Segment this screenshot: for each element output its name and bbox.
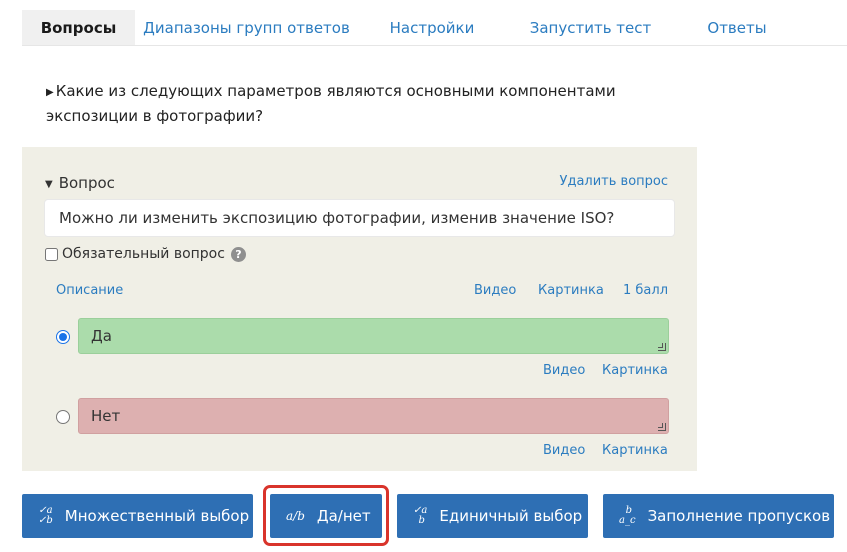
points-link[interactable]: 1 балл	[623, 283, 668, 298]
multiple-choice-button[interactable]: ✓a ✓b Множественный выбор	[22, 494, 253, 538]
answer-yes-radio[interactable]	[56, 330, 70, 344]
multiple-choice-icon: ✓a ✓b	[38, 505, 53, 526]
question-header[interactable]: ▼ Вопрос	[45, 174, 115, 192]
delete-question-link[interactable]: Удалить вопрос	[560, 174, 668, 189]
required-question-row[interactable]: Обязательный вопрос ?	[45, 246, 246, 262]
answer-yes-video-link[interactable]: Видео	[543, 363, 585, 378]
fill-blanks-label: Заполнение пропусков	[647, 507, 831, 525]
single-choice-button[interactable]: ✓a b Единичный выбор	[397, 494, 588, 538]
caret-down-icon[interactable]: ▼	[45, 179, 53, 190]
answer-yes-text: Да	[91, 327, 112, 345]
required-checkbox[interactable]	[45, 247, 58, 261]
single-choice-icon: ✓a b	[413, 505, 428, 526]
answer-yes-image-link[interactable]: Картинка	[602, 363, 668, 378]
tab-answer-group-ranges[interactable]: Диапазоны групп ответов	[135, 10, 358, 45]
tab-run-test[interactable]: Запустить тест	[506, 10, 675, 45]
image-link[interactable]: Картинка	[538, 283, 604, 298]
tab-answers[interactable]: Ответы	[675, 10, 799, 45]
answer-yes-input[interactable]: Да	[78, 318, 669, 354]
highlight-frame	[263, 485, 389, 546]
question-panel: ▼ Вопрос Удалить вопрос Можно ли изменить…	[22, 147, 697, 471]
fill-blanks-button[interactable]: b a_c Заполнение пропусков	[603, 494, 834, 538]
tab-questions[interactable]: Вопросы	[22, 10, 135, 45]
answer-no-radio[interactable]	[56, 410, 70, 424]
help-icon[interactable]: ?	[230, 246, 246, 262]
description-link[interactable]: Описание	[56, 283, 123, 298]
multiple-choice-label: Множественный выбор	[64, 507, 250, 525]
single-choice-label: Единичный выбор	[439, 507, 583, 525]
resize-handle-icon[interactable]	[658, 343, 666, 351]
video-link[interactable]: Видео	[474, 283, 516, 298]
required-label: Обязательный вопрос	[62, 246, 225, 262]
tab-settings[interactable]: Настройки	[358, 10, 506, 45]
question-title[interactable]: ▶ Какие из следующих параметров являются …	[46, 80, 686, 128]
question-text-input[interactable]: Можно ли изменить экспозицию фотографии,…	[44, 199, 675, 237]
tab-bar: Вопросы Диапазоны групп ответов Настройк…	[22, 10, 847, 46]
answer-no-video-link[interactable]: Видео	[543, 443, 585, 458]
fill-blanks-icon: b a_c	[619, 505, 636, 526]
answer-no-text: Нет	[91, 407, 121, 425]
expand-triangle-icon[interactable]: ▶	[46, 81, 54, 104]
resize-handle-icon[interactable]	[658, 423, 666, 431]
question-header-label: Вопрос	[58, 174, 115, 192]
answer-no-input[interactable]: Нет	[78, 398, 669, 434]
answer-no-image-link[interactable]: Картинка	[602, 443, 668, 458]
question-title-text: Какие из следующих параметров являются о…	[46, 82, 616, 125]
